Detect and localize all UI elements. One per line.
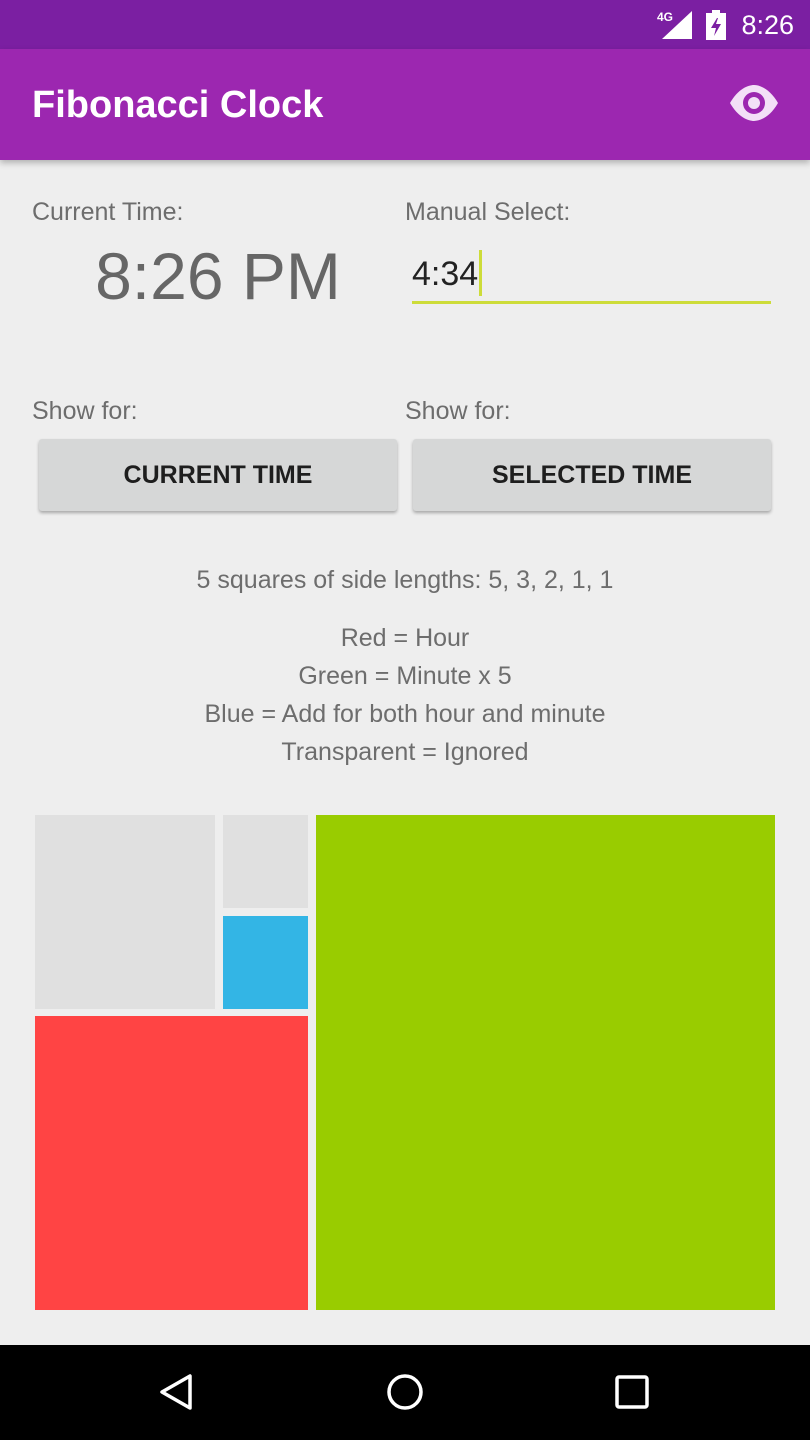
legend-red: Red = Hour — [340, 624, 470, 652]
show-current-time-button[interactable]: CURRENT TIME — [39, 439, 397, 511]
show-selected-time-button[interactable]: SELECTED TIME — [413, 439, 771, 511]
legend-transparent: Transparent = Ignored — [281, 738, 529, 766]
recents-icon[interactable] — [614, 1374, 650, 1410]
app-title: Fibonacci Clock — [32, 84, 324, 126]
status-clock: 8:26 — [741, 10, 794, 40]
show-for-label-selected: Show for: — [405, 397, 511, 425]
legend-green: Green = Minute x 5 — [298, 662, 512, 690]
show-for-label-current: Show for: — [32, 397, 138, 425]
square-side-2 — [35, 815, 215, 1009]
navigation-bar — [0, 1345, 810, 1440]
square-side-1-top — [223, 815, 308, 908]
manual-select-label: Manual Select: — [405, 198, 571, 226]
app-bar: Fibonacci Clock — [0, 49, 810, 160]
manual-time-input[interactable] — [412, 248, 771, 304]
square-side-1-bottom — [223, 916, 308, 1009]
square-side-5 — [316, 815, 775, 1310]
battery-icon — [706, 10, 726, 40]
legend-blue: Blue = Add for both hour and minute — [204, 700, 606, 728]
back-icon[interactable] — [156, 1372, 196, 1412]
current-time-display: 8:26 PM — [95, 239, 341, 313]
text-cursor — [479, 250, 482, 296]
current-time-label: Current Time: — [32, 198, 184, 226]
status-bar: 4G 8:26 — [0, 0, 810, 49]
squares-description: 5 squares of side lengths: 5, 3, 2, 1, 1 — [196, 566, 614, 594]
eye-icon[interactable] — [728, 83, 780, 123]
square-side-3 — [35, 1016, 308, 1310]
home-icon[interactable] — [385, 1372, 425, 1412]
signal-icon — [662, 11, 692, 39]
